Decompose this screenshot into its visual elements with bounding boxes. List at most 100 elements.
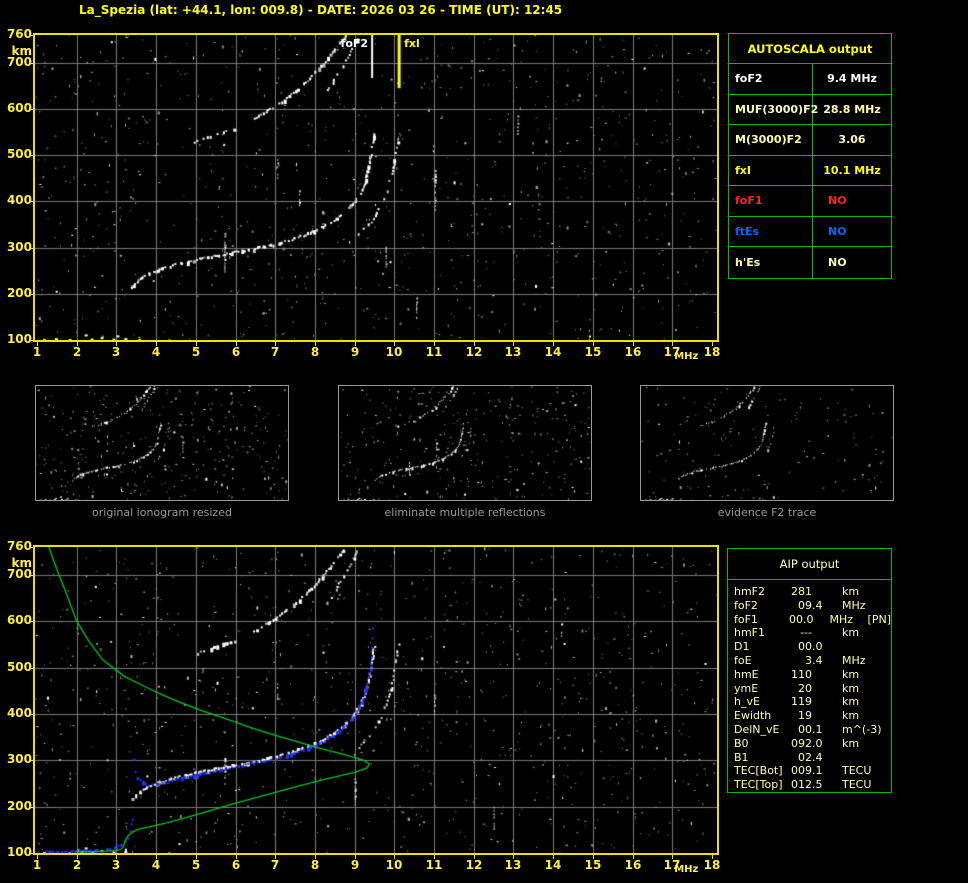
y-axis-tick-label: 200 (2, 800, 32, 813)
table-row: foF1NO (729, 186, 891, 217)
table-row: TEC[Bot]009.1TECU (734, 764, 891, 778)
param-label: fxI (729, 156, 813, 186)
param-label: Ewidth (734, 709, 786, 723)
x-axis-tick (156, 342, 157, 346)
table-row: ymE20km (734, 682, 891, 696)
x-axis-tick-label: 14 (545, 346, 562, 359)
y-axis-tick (31, 248, 35, 249)
param-label: hmF1 (734, 626, 786, 640)
param-value-int: --- (786, 626, 812, 640)
x-axis-tick-label: 15 (585, 859, 602, 872)
param-value-frac (812, 585, 842, 599)
y-axis-tick-label: 760 (2, 28, 32, 41)
table-row: hmE110km (734, 668, 891, 682)
x-axis-tick (315, 855, 316, 859)
x-axis-tick-label: 16 (625, 346, 642, 359)
x-axis-tick-label: 6 (232, 346, 240, 359)
y-axis-tick (31, 547, 35, 548)
x-axis-tick (593, 855, 594, 859)
param-unit: MHz (829, 613, 859, 627)
x-axis-tick-label: 4 (152, 859, 160, 872)
x-axis-tick-label: 15 (585, 346, 602, 359)
x-axis-tick (672, 342, 673, 346)
param-value-frac: .0 (803, 613, 830, 627)
y-axis-tick-label: 300 (2, 241, 32, 254)
autoscala-window: La_Spezia (lat: +44.1, lon: 009.8) - DAT… (0, 0, 968, 883)
param-value-frac: .1 (812, 723, 842, 737)
param-value-frac: .1 (812, 764, 842, 778)
table-row: hmF2281km (734, 585, 891, 599)
param-value-int: 20 (786, 682, 812, 696)
marker-label-fof2: foF2 (341, 38, 369, 50)
x-axis-tick-label: 10 (386, 859, 403, 872)
x-axis-tick-label: 7 (271, 346, 279, 359)
x-axis-tick (474, 342, 475, 346)
table-row: MUF(3000)F228.8 MHz (729, 95, 891, 126)
y-axis-tick (31, 807, 35, 808)
param-value-frac (812, 709, 842, 723)
thumbnail-caption: original ionogram resized (92, 506, 232, 519)
x-axis-tick (553, 855, 554, 859)
param-value-int: 009 (786, 764, 812, 778)
param-value: 3.06 (813, 125, 891, 155)
autoscala-table-rows: foF29.4 MHzMUF(3000)F228.8 MHzM(3000)F23… (729, 64, 891, 278)
x-axis-tick-label: 2 (73, 859, 81, 872)
table-row: foF209.4MHz (734, 599, 891, 613)
y-axis-tick-label: 500 (2, 148, 32, 161)
x-axis-tick-label: 7 (271, 859, 279, 872)
table-row: h'EsNO (729, 247, 891, 278)
bottom-ionogram-plot (33, 545, 719, 855)
x-axis-tick (116, 342, 117, 346)
param-value-int: 00 (780, 613, 803, 627)
thumbnail-evidence (640, 385, 894, 501)
param-value-frac: .5 (812, 778, 842, 792)
x-axis-tick-label: 5 (192, 346, 200, 359)
y-axis-tick (31, 294, 35, 295)
param-value: NO (813, 217, 891, 247)
x-axis-tick-label: 8 (311, 346, 319, 359)
param-unit: km (842, 682, 876, 696)
param-value-int: 00 (786, 723, 812, 737)
param-value-frac (812, 668, 842, 682)
param-label: D1 (734, 640, 786, 654)
x-axis-tick (633, 342, 634, 346)
param-label: MUF(3000)F2 (729, 95, 813, 125)
thumbnail-caption: evidence F2 trace (718, 506, 817, 519)
param-value: 10.1 MHz (813, 156, 891, 186)
param-unit (842, 751, 876, 765)
param-unit: MHz (842, 599, 876, 613)
thumbnail-eliminate (338, 385, 592, 501)
param-value-frac: .0 (812, 640, 842, 654)
x-axis-tick-label: 13 (505, 859, 522, 872)
marker-label-fxi: fxl (404, 38, 420, 50)
x-axis-tick (394, 855, 395, 859)
table-row: hmF1---km (734, 626, 891, 640)
table-row: M(3000)F23.06 (729, 125, 891, 156)
param-value: NO (813, 186, 891, 216)
bottom-ionogram-canvas (35, 547, 717, 853)
y-axis-tick (31, 63, 35, 64)
x-axis-tick (434, 342, 435, 346)
x-axis-tick-label: 8 (311, 859, 319, 872)
param-label: hmF2 (734, 585, 786, 599)
param-value-int: 110 (786, 668, 812, 682)
y-axis-tick (31, 575, 35, 576)
x-axis-tick (116, 855, 117, 859)
param-value-frac (812, 626, 842, 640)
param-value-frac: .4 (812, 751, 842, 765)
x-axis-tick-label: 1 (33, 859, 41, 872)
param-unit: m^(-3) (842, 723, 876, 737)
param-value-int: 09 (786, 599, 812, 613)
param-label: hmE (734, 668, 786, 682)
param-value: 9.4 MHz (813, 64, 891, 94)
x-axis-tick (196, 342, 197, 346)
param-label: DelN_vE (734, 723, 786, 737)
x-axis-tick (37, 855, 38, 859)
x-axis-tick (474, 855, 475, 859)
aip-table-header: AIP output (728, 549, 891, 580)
x-axis-tick-label: 18 (704, 859, 721, 872)
y-axis-tick-label: 500 (2, 661, 32, 674)
param-value-int: 00 (786, 640, 812, 654)
top-ionogram-plot (33, 33, 719, 342)
x-axis-tick (355, 855, 356, 859)
